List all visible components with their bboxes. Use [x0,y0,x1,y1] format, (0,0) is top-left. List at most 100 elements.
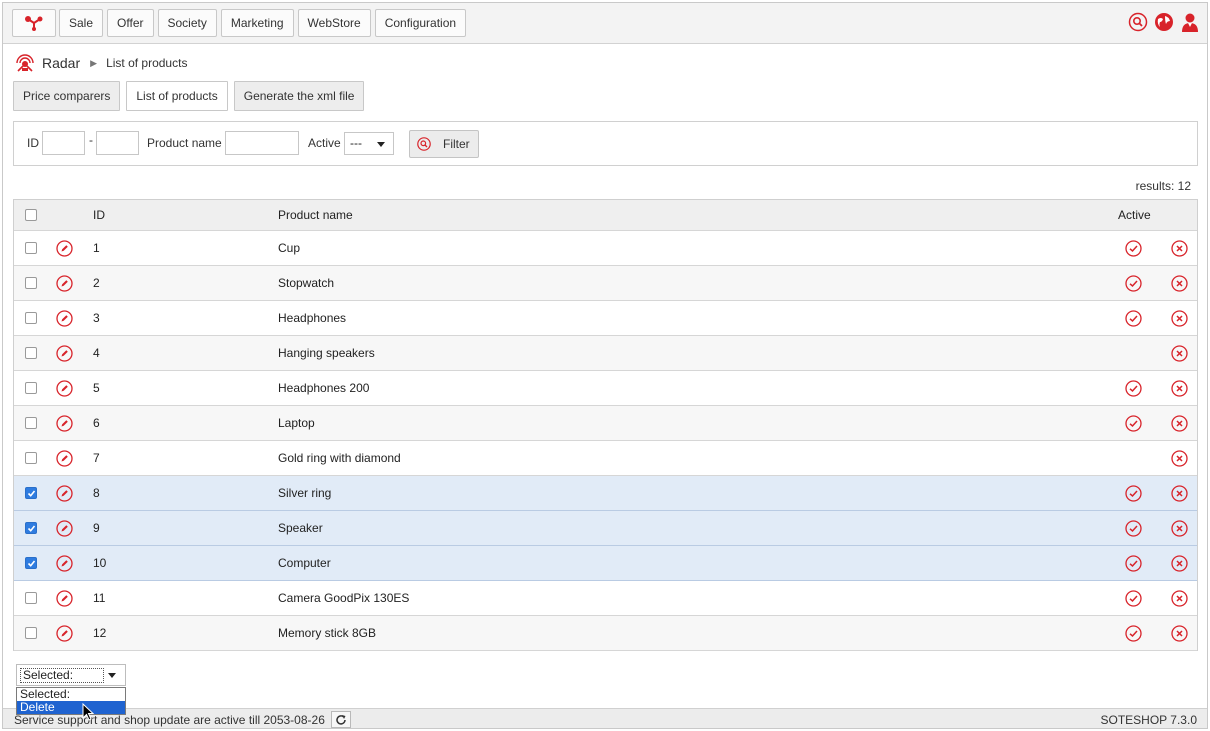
edit-icon[interactable] [56,519,73,537]
delete-icon[interactable] [1171,449,1188,467]
row-product-name[interactable]: Memory stick 8GB [278,616,376,650]
table-row: 6 Laptop [14,406,1197,441]
row-checkbox[interactable] [25,312,37,324]
filter-button[interactable]: Filter [409,130,479,158]
active-check-icon[interactable] [1125,589,1142,607]
globe-icon[interactable] [1154,12,1174,32]
row-checkbox[interactable] [25,417,37,429]
tab-price-comparers[interactable]: Price comparers [13,81,121,111]
app-window: Sale Offer Society Marketing WebStore Configu… [2,2,1208,729]
id-label: ID [27,136,39,150]
active-label: Active [308,136,341,150]
bulk-option-delete[interactable]: Delete [17,701,125,714]
delete-icon[interactable] [1171,344,1188,362]
active-check-icon[interactable] [1125,309,1142,327]
logo-button[interactable] [12,9,56,37]
edit-icon[interactable] [56,239,73,257]
active-check-icon[interactable] [1125,554,1142,572]
row-checkbox[interactable] [25,452,37,464]
edit-icon[interactable] [56,414,73,432]
delete-icon[interactable] [1171,624,1188,642]
id-from-input[interactable] [42,131,85,155]
row-checkbox[interactable] [25,592,37,604]
nav-item-society[interactable]: Society [157,9,217,37]
row-product-name[interactable]: Headphones [278,301,346,335]
tab-bar: Price comparers List of products Generate … [13,81,365,111]
nav-item-offer[interactable]: Offer [107,9,154,37]
search-icon [417,137,431,151]
edit-icon[interactable] [56,274,73,292]
active-select[interactable]: --- [344,132,394,155]
column-header-product-name[interactable]: Product name [278,200,353,230]
edit-icon[interactable] [56,379,73,397]
nav-item-configuration[interactable]: Configuration [374,9,467,37]
active-check-icon[interactable] [1125,414,1142,432]
row-product-name[interactable]: Silver ring [278,476,331,510]
table-row: 9 Speaker [14,511,1197,546]
edit-icon[interactable] [56,449,73,467]
edit-icon[interactable] [56,344,73,362]
active-check-icon[interactable] [1125,274,1142,292]
delete-icon[interactable] [1171,554,1188,572]
row-id: 8 [93,486,100,500]
edit-icon[interactable] [56,589,73,607]
table-header-row: ID Product name Active [14,200,1197,231]
search-icon[interactable] [1128,12,1148,32]
delete-icon[interactable] [1171,414,1188,432]
delete-icon[interactable] [1171,589,1188,607]
row-product-name[interactable]: Cup [278,231,300,265]
row-checkbox[interactable] [25,347,37,359]
active-check-icon[interactable] [1125,484,1142,502]
row-product-name[interactable]: Gold ring with diamond [278,441,401,475]
delete-icon[interactable] [1171,274,1188,292]
active-check-icon[interactable] [1125,379,1142,397]
row-checkbox[interactable] [25,627,37,639]
products-table: ID Product name Active 1 Cup 2 Stopwatch 3 He… [13,199,1198,651]
user-icon[interactable] [1180,12,1200,32]
product-name-input[interactable] [225,131,299,155]
nav-item-webstore[interactable]: WebStore [297,9,371,37]
row-product-name[interactable]: Hanging speakers [278,336,375,370]
nav-item-sale[interactable]: Sale [59,9,104,37]
breadcrumb-section[interactable]: Radar [42,55,80,71]
bulk-action-select[interactable]: Selected: [16,664,126,686]
active-check-icon[interactable] [1125,239,1142,257]
delete-icon[interactable] [1171,309,1188,327]
column-header-active[interactable]: Active [1118,200,1151,230]
active-check-icon[interactable] [1125,519,1142,537]
column-header-id[interactable]: ID [93,200,105,230]
refresh-button[interactable] [331,711,351,728]
row-checkbox[interactable] [25,242,37,254]
row-checkbox[interactable] [25,382,37,394]
row-checkbox[interactable] [25,522,37,534]
row-product-name[interactable]: Speaker [278,511,323,545]
edit-icon[interactable] [56,484,73,502]
chevron-down-icon [108,673,116,678]
row-product-name[interactable]: Computer [278,546,331,580]
select-all-checkbox[interactable] [25,209,37,221]
delete-icon[interactable] [1171,519,1188,537]
edit-icon[interactable] [56,624,73,642]
tab-list-of-products[interactable]: List of products [126,81,228,111]
nav-item-marketing[interactable]: Marketing [220,9,294,37]
row-product-name[interactable]: Camera GoodPix 130ES [278,581,409,615]
table-row: 11 Camera GoodPix 130ES [14,581,1197,616]
delete-icon[interactable] [1171,239,1188,257]
table-row: 3 Headphones [14,301,1197,336]
id-to-input[interactable] [96,131,139,155]
delete-icon[interactable] [1171,379,1188,397]
row-checkbox[interactable] [25,487,37,499]
row-id: 10 [93,556,107,570]
row-checkbox[interactable] [25,277,37,289]
row-checkbox[interactable] [25,557,37,569]
active-select-value: --- [350,136,362,150]
delete-icon[interactable] [1171,484,1188,502]
table-row: 7 Gold ring with diamond [14,441,1197,476]
edit-icon[interactable] [56,554,73,572]
tab-generate-the-xml-file[interactable]: Generate the xml file [233,81,365,111]
edit-icon[interactable] [56,309,73,327]
row-product-name[interactable]: Headphones 200 [278,371,369,405]
active-check-icon[interactable] [1125,624,1142,642]
row-product-name[interactable]: Stopwatch [278,266,334,300]
row-product-name[interactable]: Laptop [278,406,315,440]
